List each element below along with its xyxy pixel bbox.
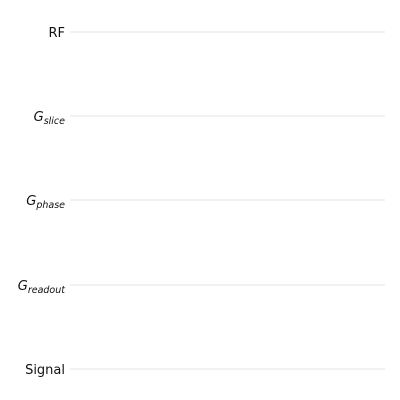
row-label-subscript: slice: [44, 116, 65, 127]
pulse-sequence-diagram: RFGsliceGphaseGreadoutSignal: [18, 26, 385, 378]
row-label-slice: Gslice: [34, 110, 66, 127]
row-label-main: RF: [48, 26, 65, 41]
row-label-main: G: [34, 110, 44, 125]
row-label-readout: Greadout: [18, 279, 67, 296]
row-label-main: G: [18, 279, 28, 294]
row-label-phase: Gphase: [26, 194, 65, 211]
row-label-main: Signal: [25, 363, 65, 378]
row-label-rf: RF: [48, 26, 65, 41]
row-label-subscript: readout: [28, 285, 66, 296]
sequence-rows: RFGsliceGphaseGreadoutSignal: [18, 26, 385, 378]
row-label-main: G: [26, 194, 36, 209]
row-label-signal: Signal: [25, 363, 65, 378]
row-label-subscript: phase: [35, 200, 65, 211]
